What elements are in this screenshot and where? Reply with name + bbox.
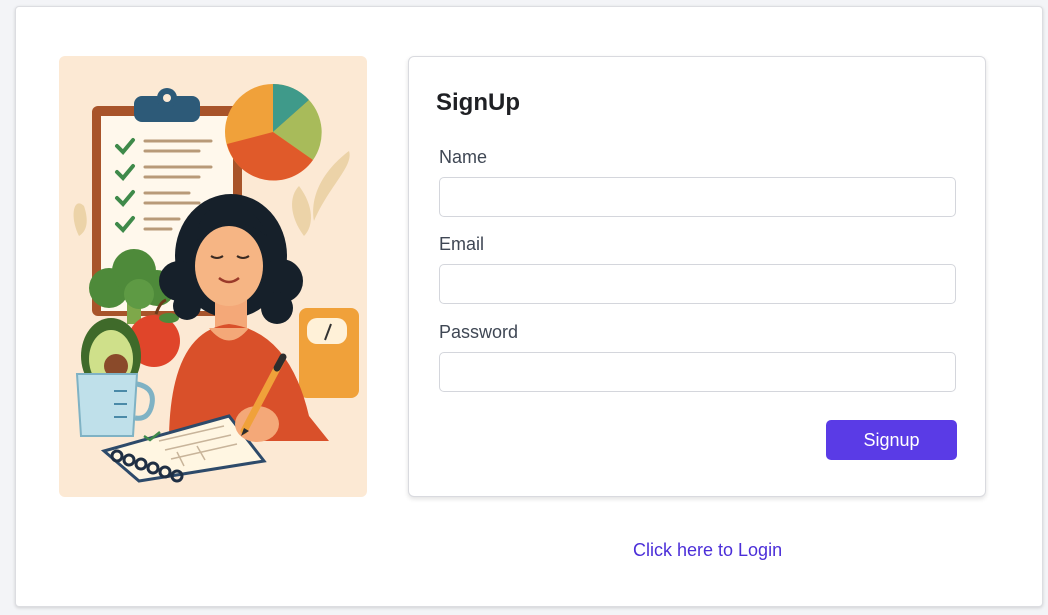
form-title: SignUp <box>436 89 520 116</box>
nutrition-illustration <box>59 56 367 497</box>
name-input[interactable] <box>439 177 956 217</box>
signup-button[interactable]: Signup <box>826 420 957 460</box>
password-label: Password <box>439 322 519 342</box>
name-label: Name <box>439 147 488 167</box>
password-input[interactable] <box>439 352 956 392</box>
email-label: Email <box>439 234 485 254</box>
login-link[interactable]: Click here to Login <box>633 540 782 561</box>
signup-form-card: SignUp Name Email Password Signup <box>408 56 986 497</box>
email-input[interactable] <box>439 264 956 304</box>
page-card: SignUp Name Email Password Signup Click … <box>15 6 1043 607</box>
